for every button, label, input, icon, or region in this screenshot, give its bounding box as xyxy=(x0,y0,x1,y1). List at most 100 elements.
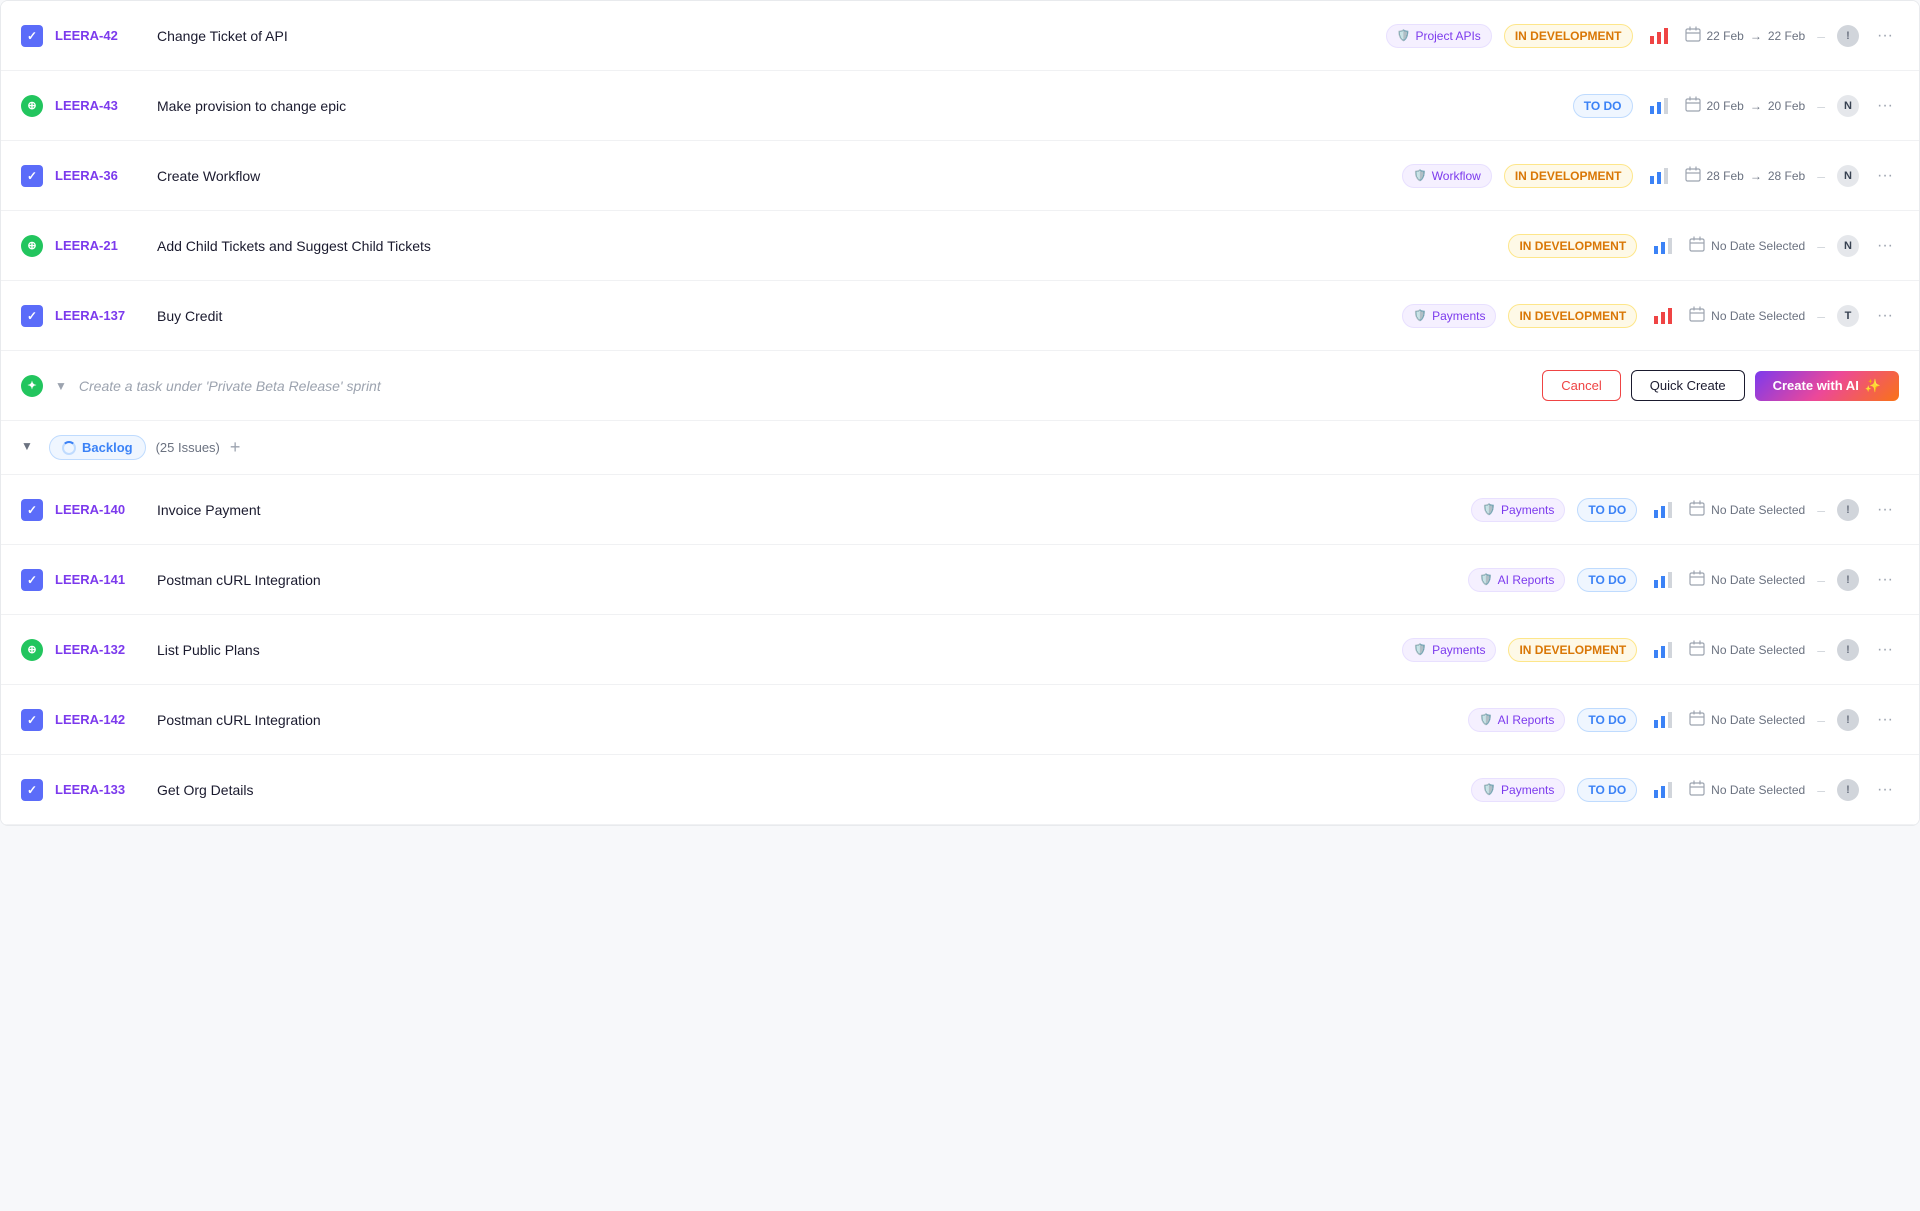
more-options-button[interactable]: ··· xyxy=(1871,235,1899,257)
status-badge[interactable]: TO DO xyxy=(1573,94,1633,118)
assignee-avatar: ! xyxy=(1837,779,1859,801)
tag-icon: 🛡️ xyxy=(1482,783,1496,796)
tag-icon: 🛡️ xyxy=(1482,503,1496,516)
task-title: Make provision to change epic xyxy=(157,98,1561,114)
task-title: Buy Credit xyxy=(157,308,1390,324)
status-badge[interactable]: TO DO xyxy=(1577,498,1637,522)
priority-icon[interactable] xyxy=(1649,636,1677,664)
task-id[interactable]: LEERA-21 xyxy=(55,238,145,253)
date-end: 22 Feb xyxy=(1768,29,1805,43)
more-options-button[interactable]: ··· xyxy=(1871,25,1899,47)
cancel-button[interactable]: Cancel xyxy=(1542,370,1620,401)
status-badge[interactable]: TO DO xyxy=(1577,568,1637,592)
tag-badge[interactable]: 🛡️ Payments xyxy=(1471,498,1565,522)
separator: – xyxy=(1817,782,1825,798)
calendar-icon xyxy=(1685,96,1701,115)
tag-badge[interactable]: 🛡️ Project APIs xyxy=(1386,24,1492,48)
issues-count: (25 Issues) xyxy=(156,440,220,455)
task-title: Add Child Tickets and Suggest Child Tick… xyxy=(157,238,1496,254)
tag-badge[interactable]: 🛡️ Payments xyxy=(1471,778,1565,802)
tag-label: AI Reports xyxy=(1498,713,1555,727)
tag-icon: 🛡️ xyxy=(1479,713,1493,726)
main-container: ✓ LEERA-42 Change Ticket of API 🛡️ Proje… xyxy=(0,0,1920,826)
tag-badge[interactable]: 🛡️ Payments xyxy=(1402,304,1496,328)
tag-icon: 🛡️ xyxy=(1397,29,1411,42)
priority-icon[interactable] xyxy=(1649,566,1677,594)
task-status-icon: ✓ xyxy=(21,499,43,521)
tag-label: Workflow xyxy=(1432,169,1481,183)
tag-badge[interactable]: 🛡️ AI Reports xyxy=(1468,568,1565,592)
status-badge[interactable]: TO DO xyxy=(1577,778,1637,802)
create-with-ai-button[interactable]: Create with AI ✨ xyxy=(1755,371,1899,401)
priority-icon[interactable] xyxy=(1649,302,1677,330)
task-id[interactable]: LEERA-43 xyxy=(55,98,145,113)
tag-badge[interactable]: 🛡️ Payments xyxy=(1402,638,1496,662)
task-id[interactable]: LEERA-140 xyxy=(55,502,145,517)
date-section: No Date Selected xyxy=(1689,710,1805,729)
more-options-button[interactable]: ··· xyxy=(1871,499,1899,521)
tag-badge[interactable]: 🛡️ AI Reports xyxy=(1468,708,1565,732)
quick-create-button[interactable]: Quick Create xyxy=(1631,370,1745,401)
date-start: 28 Feb xyxy=(1707,169,1744,183)
status-badge[interactable]: IN DEVELOPMENT xyxy=(1508,638,1637,662)
more-options-button[interactable]: ··· xyxy=(1871,95,1899,117)
task-status-icon: ⊕ xyxy=(21,235,43,257)
priority-icon[interactable] xyxy=(1645,22,1673,50)
table-row: ✓ LEERA-140 Invoice Payment 🛡️ Payments … xyxy=(1,475,1919,545)
priority-icon[interactable] xyxy=(1649,232,1677,260)
priority-icon[interactable] xyxy=(1649,496,1677,524)
date-end: 28 Feb xyxy=(1768,169,1805,183)
tag-badge[interactable]: 🛡️ Workflow xyxy=(1402,164,1492,188)
status-badge[interactable]: IN DEVELOPMENT xyxy=(1508,304,1637,328)
task-title: Invoice Payment xyxy=(157,502,1459,518)
calendar-icon xyxy=(1689,306,1705,325)
calendar-icon xyxy=(1689,500,1705,519)
more-options-button[interactable]: ··· xyxy=(1871,709,1899,731)
date-label: No Date Selected xyxy=(1711,309,1805,323)
assignee-avatar: ! xyxy=(1837,25,1859,47)
table-row: ✓ LEERA-42 Change Ticket of API 🛡️ Proje… xyxy=(1,1,1919,71)
tag-icon: 🛡️ xyxy=(1479,573,1493,586)
backlog-label: Backlog xyxy=(82,440,133,455)
backlog-badge[interactable]: Backlog xyxy=(49,435,146,460)
date-section: No Date Selected xyxy=(1689,306,1805,325)
separator: – xyxy=(1817,28,1825,44)
status-badge[interactable]: IN DEVELOPMENT xyxy=(1504,164,1633,188)
create-placeholder: Create a task under 'Private Beta Releas… xyxy=(79,378,1530,394)
tag-label: Payments xyxy=(1501,783,1554,797)
status-badge[interactable]: IN DEVELOPMENT xyxy=(1508,234,1637,258)
more-options-button[interactable]: ··· xyxy=(1871,305,1899,327)
separator: – xyxy=(1817,712,1825,728)
backlog-section-header: ▼ Backlog (25 Issues) + xyxy=(1,421,1919,475)
calendar-icon xyxy=(1689,236,1705,255)
priority-icon[interactable] xyxy=(1645,92,1673,120)
task-id[interactable]: LEERA-36 xyxy=(55,168,145,183)
more-options-button[interactable]: ··· xyxy=(1871,165,1899,187)
more-options-button[interactable]: ··· xyxy=(1871,569,1899,591)
chevron-icon[interactable]: ▼ xyxy=(55,379,67,393)
priority-icon[interactable] xyxy=(1649,706,1677,734)
task-id[interactable]: LEERA-141 xyxy=(55,572,145,587)
create-actions: Cancel Quick Create Create with AI ✨ xyxy=(1542,370,1899,401)
task-id[interactable]: LEERA-42 xyxy=(55,28,145,43)
tag-label: Payments xyxy=(1501,503,1554,517)
more-options-button[interactable]: ··· xyxy=(1871,639,1899,661)
priority-icon[interactable] xyxy=(1645,162,1673,190)
priority-icon[interactable] xyxy=(1649,776,1677,804)
task-id[interactable]: LEERA-142 xyxy=(55,712,145,727)
status-badge[interactable]: IN DEVELOPMENT xyxy=(1504,24,1633,48)
add-issue-button[interactable]: + xyxy=(230,437,241,458)
date-section: 28 Feb → 28 Feb xyxy=(1685,166,1806,185)
task-title: Change Ticket of API xyxy=(157,28,1374,44)
more-options-button[interactable]: ··· xyxy=(1871,779,1899,801)
table-row: ⊕ LEERA-21 Add Child Tickets and Suggest… xyxy=(1,211,1919,281)
quick-create-row: ✦ ▼ Create a task under 'Private Beta Re… xyxy=(1,351,1919,421)
backlog-collapse-icon[interactable]: ▼ xyxy=(21,439,39,457)
task-status-icon: ✓ xyxy=(21,569,43,591)
status-badge[interactable]: TO DO xyxy=(1577,708,1637,732)
assignee-avatar: N xyxy=(1837,235,1859,257)
task-id[interactable]: LEERA-132 xyxy=(55,642,145,657)
task-id[interactable]: LEERA-133 xyxy=(55,782,145,797)
date-label: No Date Selected xyxy=(1711,783,1805,797)
task-id[interactable]: LEERA-137 xyxy=(55,308,145,323)
